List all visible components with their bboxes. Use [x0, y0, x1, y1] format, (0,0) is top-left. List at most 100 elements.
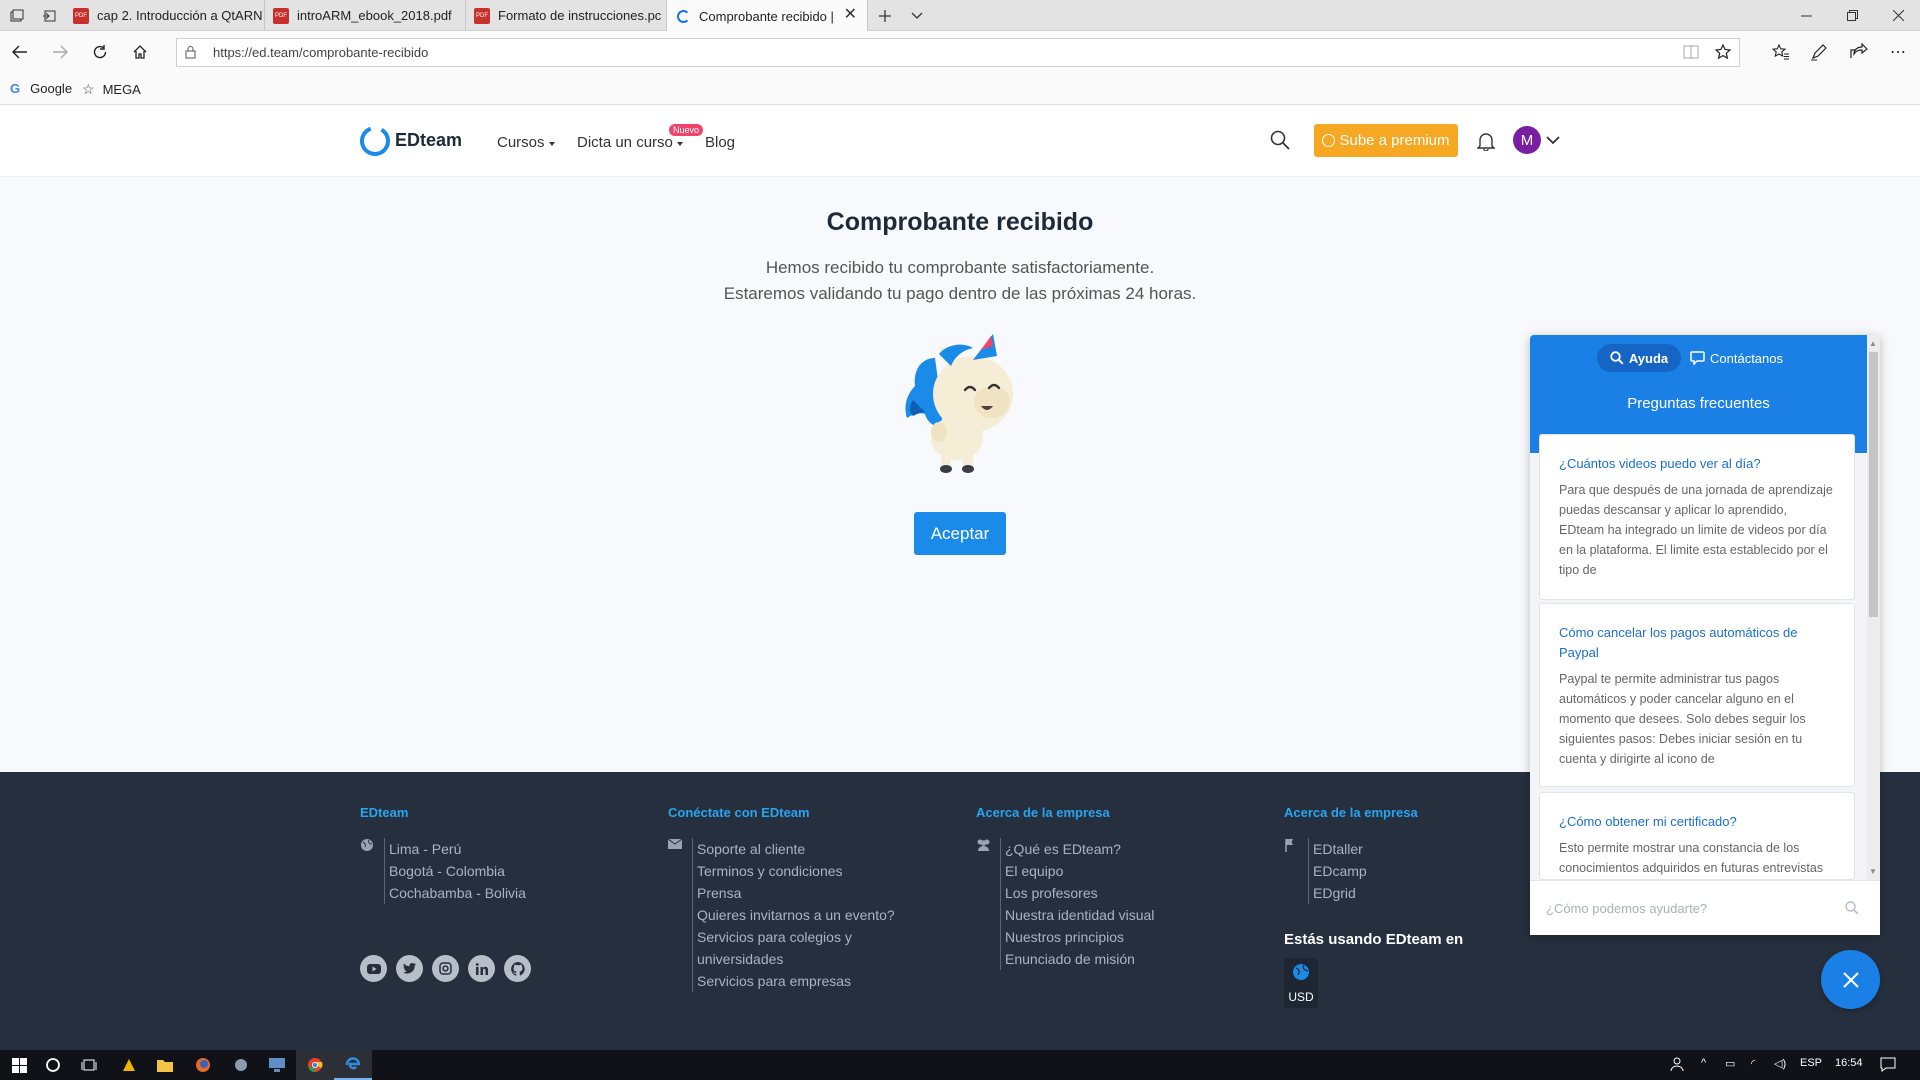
tab-title: Formato de instrucciones.pc [498, 8, 662, 23]
nav-cursos[interactable]: Cursos [497, 134, 555, 151]
footer-link[interactable]: Enunciado de misión [1001, 948, 1154, 970]
wifi-icon[interactable]: ◜ [1751, 1057, 1755, 1070]
browser-tab-active[interactable]: Comprobante recibido | ✕ [667, 0, 868, 32]
url-text[interactable]: https://ed.team/comprobante-recibido [213, 45, 428, 60]
volume-icon[interactable]: ◁) [1774, 1057, 1786, 1070]
app-icon[interactable] [222, 1050, 260, 1080]
browser-tab[interactable]: PDF Formato de instrucciones.pc [466, 0, 667, 31]
footer-link[interactable]: Quieres invitarnos a un evento? [693, 904, 895, 926]
clock-time[interactable]: 16:54 [1835, 1057, 1863, 1069]
browser-tab[interactable]: PDF cap 2. Introducción a QtARN [65, 0, 265, 31]
app-warning-icon[interactable] [110, 1050, 148, 1080]
faq-card[interactable]: ¿Cómo obtener mi certificado? Esto permi… [1539, 792, 1855, 880]
remote-desktop-icon[interactable] [258, 1050, 296, 1080]
tab-ayuda[interactable]: Ayuda [1597, 344, 1681, 372]
logo-text[interactable]: EDteam [395, 130, 462, 151]
people-icon[interactable] [1670, 1056, 1686, 1072]
footer-link[interactable]: EDtaller [1309, 838, 1367, 860]
faq-answer: Para que después de una jornada de apren… [1559, 483, 1833, 577]
home-icon[interactable] [124, 36, 156, 68]
chevron-down-icon[interactable] [1546, 136, 1560, 145]
footer-link[interactable]: Nuestra identidad visual [1001, 904, 1154, 926]
input-language[interactable]: ESP [1800, 1057, 1822, 1069]
faq-card[interactable]: ¿Cuántos videos puedo ver al día? Para q… [1539, 434, 1855, 600]
faq-question[interactable]: ¿Cuántos videos puedo ver al día? [1559, 454, 1835, 474]
faq-question[interactable]: ¿Cómo obtener mi certificado? [1559, 812, 1835, 832]
task-view-icon[interactable] [70, 1050, 108, 1080]
search-icon[interactable] [1845, 901, 1859, 915]
footer-column-locations: Lima - Perú Bogotá - Colombia Cochabamba… [384, 838, 526, 904]
tab-title: introARM_ebook_2018.pdf [297, 8, 452, 23]
footer-link[interactable]: EDcamp [1309, 860, 1367, 882]
footer-column-products: EDtaller EDcamp EDgrid [1308, 838, 1367, 904]
close-tab-icon[interactable]: ✕ [844, 7, 857, 23]
avatar[interactable]: M [1513, 126, 1541, 154]
favorites-hub-icon[interactable] [1772, 44, 1790, 60]
instagram-icon[interactable] [432, 955, 459, 982]
tab-contactanos[interactable]: Contáctanos [1690, 344, 1783, 372]
twitter-icon[interactable] [396, 955, 423, 982]
footer-link[interactable]: Nuestros principios [1001, 926, 1154, 948]
forward-arrow-icon[interactable] [44, 36, 76, 68]
footer-link[interactable]: Prensa [693, 882, 895, 904]
flag-icon [1284, 838, 1298, 852]
more-options-icon[interactable]: ⋯ [1890, 42, 1906, 62]
footer-link[interactable]: Servicios para colegios y [693, 926, 895, 948]
footer-link[interactable]: Soporte al cliente [693, 838, 895, 860]
share-icon[interactable] [1850, 43, 1868, 59]
scroll-up-arrow-icon[interactable]: ▲ [1869, 339, 1877, 348]
footer-link[interactable]: Servicios para empresas [693, 970, 895, 992]
faq-card[interactable]: Cómo cancelar los pagos automáticos de P… [1539, 603, 1855, 787]
tab-list-chevron-icon[interactable] [900, 0, 934, 31]
scrollbar-thumb[interactable] [1869, 352, 1878, 617]
battery-icon[interactable]: ▭ [1725, 1057, 1735, 1070]
favorite-star-icon[interactable] [1715, 44, 1731, 60]
reading-view-icon[interactable] [1683, 45, 1699, 59]
pen-icon[interactable] [1810, 43, 1828, 61]
bookmark-mega[interactable]: ☆ MEGA [82, 81, 141, 98]
linkedin-icon[interactable] [468, 955, 495, 982]
footer-link[interactable]: ¿Qué es EDteam? [1001, 838, 1154, 860]
youtube-icon[interactable] [360, 955, 387, 982]
confirmation-message-detail: Estaremos validando tu pago dentro de la… [723, 284, 1197, 303]
nav-blog[interactable]: Blog [705, 134, 735, 151]
footer-link[interactable]: EDgrid [1309, 882, 1367, 904]
cortana-icon[interactable] [34, 1050, 72, 1080]
back-arrow-icon[interactable] [4, 36, 36, 68]
file-explorer-icon[interactable] [146, 1050, 184, 1080]
search-icon[interactable] [1270, 130, 1290, 150]
action-center-icon[interactable] [1880, 1056, 1896, 1072]
close-window-icon[interactable] [1875, 0, 1920, 31]
chrome-icon[interactable] [296, 1050, 334, 1080]
set-tabs-aside-icon[interactable] [32, 0, 66, 31]
premium-button[interactable]: Sube a premium [1314, 124, 1458, 157]
edteam-logo-icon[interactable] [359, 125, 391, 157]
tab-overview-icon[interactable] [0, 0, 34, 31]
new-tab-icon[interactable] [868, 0, 902, 31]
firefox-icon[interactable] [184, 1050, 222, 1080]
footer-link[interactable]: universidades [693, 948, 895, 970]
github-icon[interactable] [504, 955, 531, 982]
bookmark-google[interactable]: G Google [10, 81, 72, 96]
tray-chevron-up-icon[interactable]: ^ [1701, 1057, 1706, 1069]
currency-label: Estás usando EDteam en [1284, 931, 1464, 948]
help-widget-title: Preguntas frecuentes [1627, 395, 1770, 412]
edge-browser-icon[interactable] [334, 1050, 372, 1080]
help-widget-close-button[interactable] [1821, 950, 1880, 1009]
windows-start-icon[interactable] [0, 1050, 38, 1080]
scroll-down-arrow-icon[interactable]: ▼ [1869, 867, 1877, 876]
notification-bell-icon[interactable] [1477, 131, 1495, 151]
footer-link[interactable]: Los profesores [1001, 882, 1154, 904]
minimize-icon[interactable] [1783, 0, 1829, 31]
footer-link[interactable]: Terminos y condiciones [693, 860, 895, 882]
footer-heading: Conéctate con EDteam [668, 805, 810, 820]
refresh-icon[interactable] [84, 36, 116, 68]
help-search-input[interactable] [1546, 896, 1836, 920]
accept-button[interactable]: Aceptar [914, 512, 1006, 555]
browser-tab[interactable]: PDF introARM_ebook_2018.pdf [265, 0, 466, 31]
faq-question[interactable]: Cómo cancelar los pagos automáticos de P… [1559, 623, 1835, 663]
nav-dicta-un-curso[interactable]: Dicta un curso [577, 134, 683, 151]
restore-icon[interactable] [1829, 0, 1875, 31]
pdf-icon: PDF [474, 7, 490, 24]
footer-link[interactable]: El equipo [1001, 860, 1154, 882]
